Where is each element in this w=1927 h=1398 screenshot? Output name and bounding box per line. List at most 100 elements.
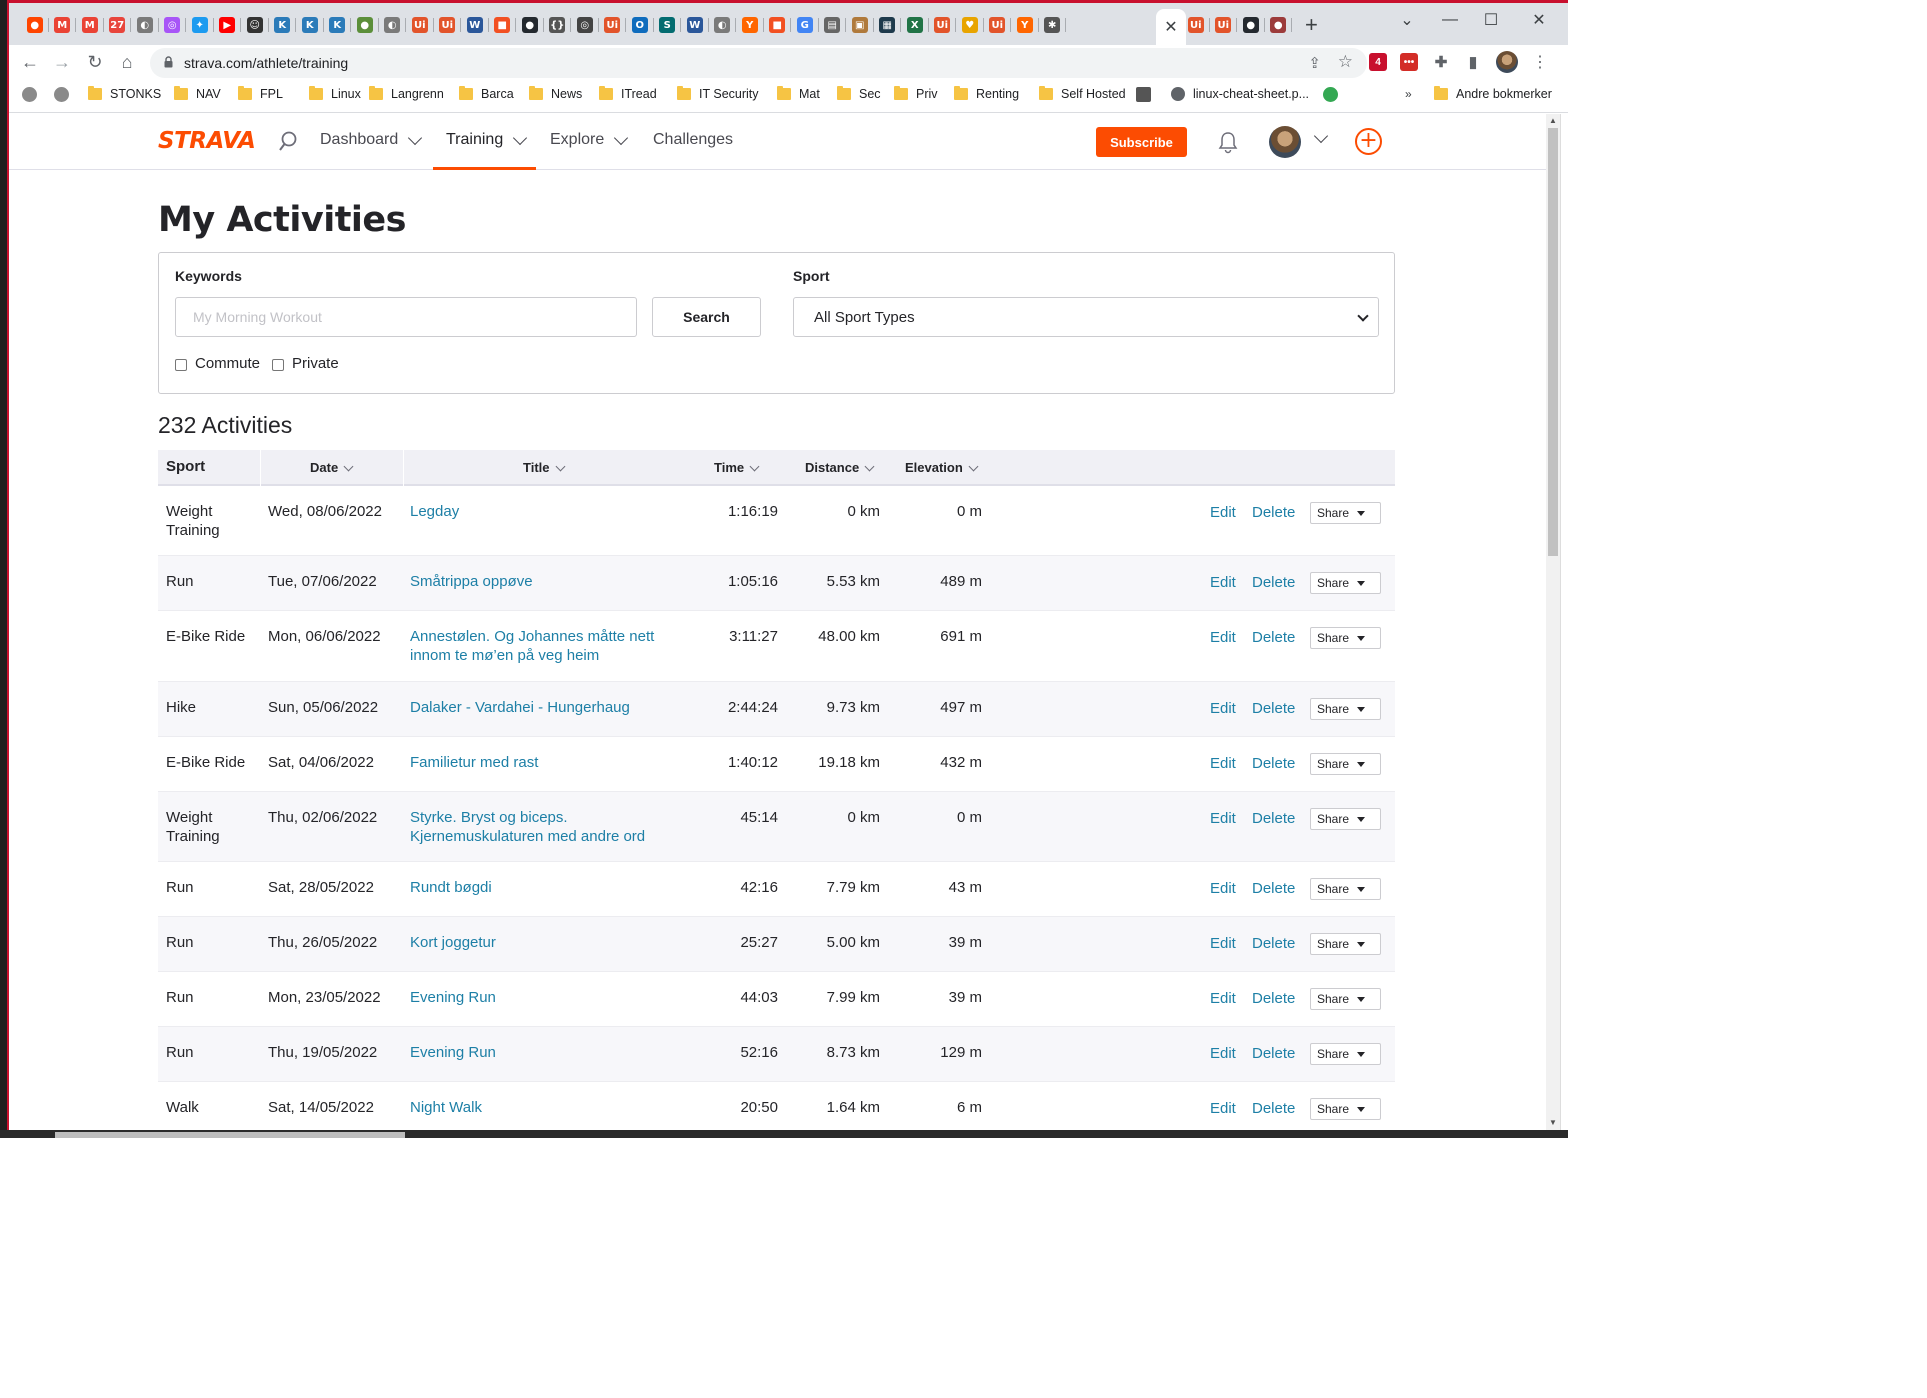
edit-link[interactable]: Edit: [1210, 990, 1236, 1007]
activity-title-link[interactable]: Småtrippa oppøve: [410, 572, 665, 591]
activity-title-link[interactable]: Night Walk: [410, 1098, 665, 1117]
sidepanel-icon[interactable]: ▮: [1464, 53, 1482, 71]
activity-title-link[interactable]: Rundt bøgdi: [410, 878, 665, 897]
share-dropdown-button[interactable]: Share: [1310, 808, 1381, 830]
share-dropdown-button[interactable]: Share: [1310, 878, 1381, 900]
commute-checkbox[interactable]: Commute: [175, 355, 260, 372]
delete-link[interactable]: Delete: [1252, 700, 1295, 717]
tab[interactable]: Ui: [1210, 14, 1238, 36]
tab[interactable]: K: [296, 14, 324, 36]
edit-link[interactable]: Edit: [1210, 629, 1236, 646]
edit-link[interactable]: Edit: [1210, 1100, 1236, 1117]
bookmark-folder[interactable]: Self Hosted: [1039, 86, 1126, 101]
edit-link[interactable]: Edit: [1210, 700, 1236, 717]
shield-extension-icon[interactable]: 4: [1369, 53, 1387, 71]
delete-link[interactable]: Delete: [1252, 935, 1295, 952]
edit-link[interactable]: Edit: [1210, 504, 1236, 521]
tab[interactable]: ◐: [131, 14, 159, 36]
tab-list-button[interactable]: ⌄: [1387, 9, 1427, 31]
checkbox-box[interactable]: [272, 358, 284, 371]
close-tab-icon[interactable]: ✕: [1164, 17, 1177, 37]
bookmark-folder[interactable]: IT Security: [677, 86, 759, 101]
tab[interactable]: Ui: [599, 14, 627, 36]
bookmarks-overflow-button[interactable]: »: [1405, 87, 1412, 101]
share-dropdown-button[interactable]: Share: [1310, 1098, 1381, 1120]
tab[interactable]: G: [791, 14, 819, 36]
notifications-bell-icon[interactable]: [1217, 130, 1239, 154]
edit-link[interactable]: Edit: [1210, 1045, 1236, 1062]
share-dropdown-button[interactable]: Share: [1310, 933, 1381, 955]
delete-link[interactable]: Delete: [1252, 880, 1295, 897]
tab[interactable]: ●: [21, 14, 49, 36]
bookmark-folder[interactable]: ITread: [599, 86, 657, 101]
bookmark-folder[interactable]: Mat: [777, 86, 820, 101]
globe-icon[interactable]: [22, 87, 37, 102]
tab[interactable]: ●: [516, 14, 544, 36]
activity-title-link[interactable]: Kort joggetur: [410, 933, 665, 952]
tab[interactable]: Y: [736, 14, 764, 36]
share-page-icon[interactable]: ⇪: [1308, 54, 1321, 72]
delete-link[interactable]: Delete: [1252, 755, 1295, 772]
share-dropdown-button[interactable]: Share: [1310, 753, 1381, 775]
tab[interactable]: W: [461, 14, 489, 36]
forward-button[interactable]: →: [51, 51, 73, 73]
tab[interactable]: X: [901, 14, 929, 36]
tab[interactable]: ◐: [709, 14, 737, 36]
bookmark-folder[interactable]: Linux: [309, 86, 361, 101]
activity-title-link[interactable]: Evening Run: [410, 988, 665, 1007]
tab[interactable]: ▦: [874, 14, 902, 36]
home-button[interactable]: ⌂: [116, 51, 138, 73]
upload-plus-icon[interactable]: +: [1355, 128, 1382, 155]
tab[interactable]: ■: [764, 14, 792, 36]
tab[interactable]: Ui: [984, 14, 1012, 36]
nav-challenges[interactable]: Challenges: [653, 131, 733, 149]
tab[interactable]: ■: [489, 14, 517, 36]
athlete-avatar[interactable]: [1269, 126, 1301, 158]
share-dropdown-button[interactable]: Share: [1310, 1043, 1381, 1065]
delete-link[interactable]: Delete: [1252, 1100, 1295, 1117]
scrollbar-thumb[interactable]: [1548, 128, 1558, 556]
strava-logo[interactable]: STRAVA: [158, 128, 256, 154]
close-window-button[interactable]: ✕: [1519, 9, 1559, 31]
bookmark-folder[interactable]: Sec: [837, 86, 881, 101]
bookmark-folder[interactable]: FPL: [238, 86, 283, 101]
tab[interactable]: ◐: [379, 14, 407, 36]
activity-title-link[interactable]: Familietur med rast: [410, 753, 665, 772]
column-header-elevation[interactable]: Elevation: [905, 460, 979, 475]
nav-dashboard[interactable]: Dashboard: [320, 130, 423, 149]
bookmark-star-icon[interactable]: ☆: [1338, 52, 1353, 72]
tab[interactable]: ●: [1265, 14, 1293, 36]
scroll-up-arrow-icon[interactable]: ▲: [1548, 116, 1558, 126]
share-dropdown-button[interactable]: Share: [1310, 572, 1381, 594]
bookmark-folder[interactable]: Renting: [954, 86, 1019, 101]
activity-title-link[interactable]: Legday: [410, 502, 665, 521]
browser-menu-icon[interactable]: ⋮: [1529, 51, 1551, 73]
column-header-distance[interactable]: Distance: [805, 460, 875, 475]
tab[interactable]: S: [654, 14, 682, 36]
tab[interactable]: ♥: [956, 14, 984, 36]
nav-explore[interactable]: Explore: [550, 130, 629, 149]
keywords-input[interactable]: [175, 297, 637, 337]
delete-link[interactable]: Delete: [1252, 810, 1295, 827]
tab[interactable]: ◎: [571, 14, 599, 36]
tab[interactable]: {}: [544, 14, 572, 36]
sport-type-select[interactable]: All Sport Types: [793, 297, 1379, 337]
tab[interactable]: Y: [1011, 14, 1039, 36]
puzzle-icon[interactable]: ✚: [1432, 53, 1450, 71]
bookmark-link[interactable]: linux-cheat-sheet.p...: [1171, 87, 1309, 101]
search-button[interactable]: Search: [652, 297, 761, 337]
address-bar[interactable]: strava.com/athlete/training ⇪ ☆: [150, 48, 1367, 78]
smiley-icon[interactable]: [1323, 87, 1338, 102]
tab[interactable]: O: [626, 14, 654, 36]
edit-link[interactable]: Edit: [1210, 935, 1236, 952]
tab[interactable]: ✦: [186, 14, 214, 36]
profile-avatar[interactable]: [1496, 51, 1518, 73]
bookmark-folder[interactable]: NAV: [174, 86, 221, 101]
delete-link[interactable]: Delete: [1252, 1045, 1295, 1062]
tab[interactable]: M: [49, 14, 77, 36]
tab[interactable]: Ui: [929, 14, 957, 36]
edit-link[interactable]: Edit: [1210, 810, 1236, 827]
bookmark-folder[interactable]: Priv: [894, 86, 938, 101]
private-checkbox[interactable]: Private: [272, 355, 339, 372]
activity-title-link[interactable]: Dalaker - Vardahei - Hungerhaug: [410, 698, 665, 717]
